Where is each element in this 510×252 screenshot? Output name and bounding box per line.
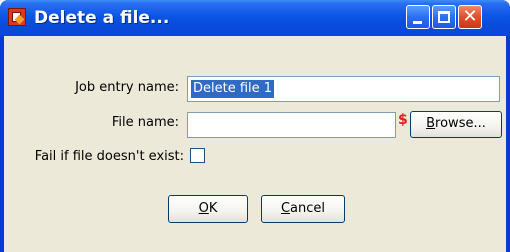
minimize-icon (413, 21, 422, 24)
cancel-accel: C (280, 201, 291, 216)
app-icon (8, 8, 26, 26)
maximize-icon (438, 11, 450, 23)
job-entry-name-value: Delete file 1 (191, 80, 275, 98)
fail-if-missing-checkbox[interactable] (190, 148, 205, 163)
cancel-label-rest: ancel (290, 201, 326, 216)
close-button[interactable]: ✕ (458, 5, 482, 29)
job-entry-name-label: Job entry name: (75, 80, 179, 95)
file-name-input[interactable] (187, 112, 396, 138)
close-icon: ✕ (462, 6, 478, 27)
minimize-button[interactable] (406, 5, 430, 29)
browse-button[interactable]: Browse... (410, 111, 502, 138)
browse-label-rest: rowse... (435, 116, 486, 131)
fail-if-missing-label: Fail if file doesn't exist: (34, 149, 184, 164)
title-bar[interactable]: Delete a file... ✕ (0, 0, 510, 36)
browse-accel: B (426, 116, 436, 131)
job-entry-name-input[interactable]: Delete file 1 (187, 76, 500, 102)
cancel-button[interactable]: Cancel (261, 195, 345, 223)
dialog-window: Delete a file... ✕ Job entry name: Delet… (0, 0, 510, 252)
ok-accel: O (198, 201, 209, 216)
ok-label-rest: K (208, 201, 218, 216)
window-title: Delete a file... (34, 8, 170, 28)
maximize-button[interactable] (432, 5, 456, 29)
variable-dollar-icon: $ (398, 112, 408, 128)
dialog-body: Job entry name: Delete file 1 File name:… (4, 36, 506, 252)
file-name-label: File name: (111, 115, 179, 130)
ok-button[interactable]: OK (168, 195, 248, 223)
